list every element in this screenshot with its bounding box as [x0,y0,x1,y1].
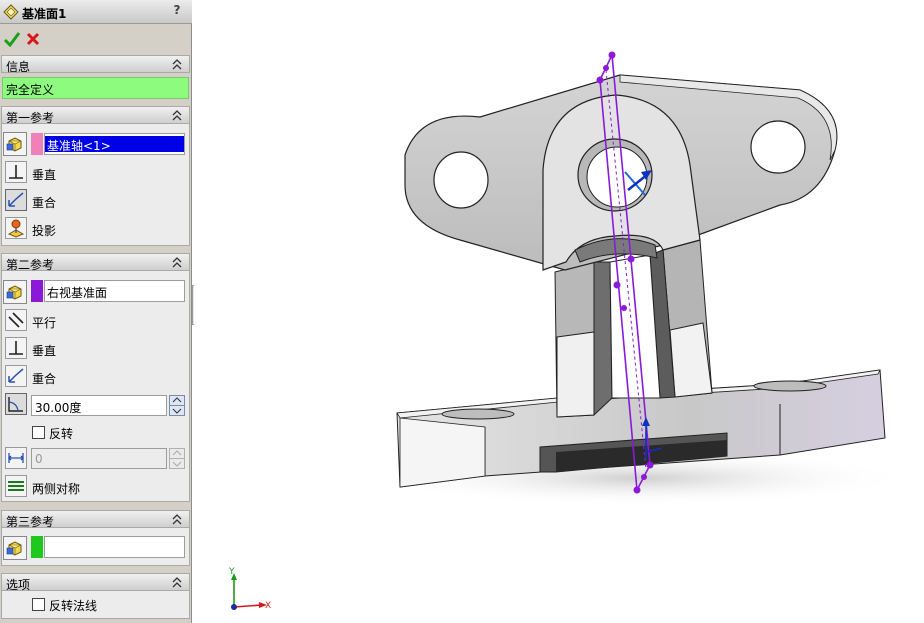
perpendicular-icon[interactable] [5,337,27,359]
option-projection-label[interactable]: 投影 [32,222,56,239]
third-reference-header[interactable]: 第三参考 [1,510,190,529]
axis-triad: Y X [228,567,271,611]
plane-icon [3,4,19,20]
reference-cube-icon [3,536,27,560]
second-reference-value: 右视基准面 [47,286,108,300]
graphics-area[interactable]: Y X [194,0,924,623]
reference-cube-icon [3,132,27,156]
flip-normal-label[interactable]: 反转法线 [49,597,97,614]
symmetric-label[interactable]: 两侧对称 [32,480,80,497]
triad-y-label: Y [228,567,235,577]
reference-cube-icon [3,280,27,304]
first-reference-header[interactable]: 第一参考 [1,106,190,125]
model-view[interactable]: Y X [194,0,924,623]
action-row [0,27,192,51]
coincident-icon[interactable] [5,189,27,211]
second-reference-color-chip [31,280,43,302]
mid-plane-icon[interactable] [5,475,27,497]
parallel-icon[interactable] [5,309,27,331]
collapse-icon[interactable] [171,576,183,589]
collapse-icon[interactable] [171,58,183,71]
option-coincident-label[interactable]: 重合 [32,370,56,387]
flip-label[interactable]: 反转 [49,425,73,442]
first-reference-value: 基准轴<1> [45,136,184,153]
status-badge: 完全定义 [2,77,189,99]
cancel-button[interactable] [25,29,41,49]
option-parallel-label[interactable]: 平行 [32,314,56,331]
perpendicular-icon[interactable] [5,161,27,183]
info-section-header[interactable]: 信息 [1,55,190,74]
distance-input: 0 [31,448,167,469]
angle-value: 30.00度 [35,401,82,415]
third-reference-color-chip [31,536,43,558]
ok-button[interactable] [3,29,21,49]
distance-icon [5,447,27,469]
distance-spinner [169,448,185,469]
property-manager: 基准面1 ? 信息 完全定义 第一参考 基准轴<1> 垂直 重合 投影 第二参考 [0,0,192,623]
distance-value: 0 [35,452,43,466]
first-reference-input[interactable]: 基准轴<1> [44,133,185,155]
third-reference-input[interactable] [44,536,185,558]
title-bar: 基准面1 ? [0,0,192,24]
flip-checkbox[interactable] [32,426,45,439]
second-reference-header[interactable]: 第二参考 [1,253,190,272]
angle-icon[interactable] [5,393,27,415]
status-text: 完全定义 [6,83,55,97]
collapse-icon[interactable] [171,109,183,122]
angle-spinner[interactable] [169,395,185,416]
coincident-icon[interactable] [5,365,27,387]
flip-normal-checkbox[interactable] [32,598,45,611]
info-section-title: 信息 [6,60,31,74]
option-coincident-label[interactable]: 重合 [32,194,56,211]
projection-icon[interactable] [5,217,27,239]
option-perpendicular-label[interactable]: 垂直 [32,166,56,183]
collapse-icon[interactable] [171,513,183,526]
angle-input[interactable]: 30.00度 [31,395,167,416]
help-button[interactable]: ? [170,3,184,19]
collapse-icon[interactable] [171,256,183,269]
options-section-header[interactable]: 选项 [1,573,190,592]
option-perpendicular-label[interactable]: 垂直 [32,342,56,359]
feature-title: 基准面1 [22,7,67,21]
second-reference-input[interactable]: 右视基准面 [44,280,185,302]
first-reference-color-chip [31,133,43,155]
triad-x-label: X [265,601,271,611]
